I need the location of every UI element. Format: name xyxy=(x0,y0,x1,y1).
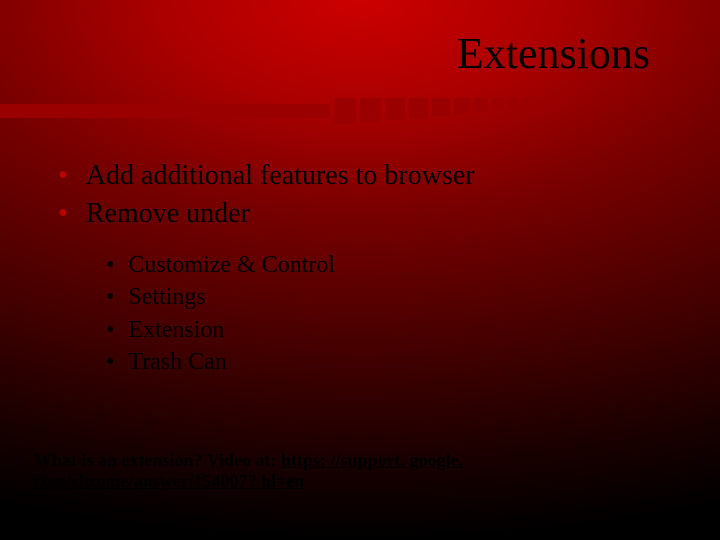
bullet-icon: • xyxy=(58,158,68,194)
bullet-icon: • xyxy=(106,346,114,378)
bullet-icon: • xyxy=(106,249,114,281)
sub-list: • Customize & Control • Settings • Exten… xyxy=(106,249,680,379)
bullet-text: Trash Can xyxy=(128,346,226,378)
bullet-text: Extension xyxy=(128,314,224,346)
bullet-icon: • xyxy=(106,314,114,346)
bullet-icon: • xyxy=(58,196,68,232)
list-item: • Settings xyxy=(106,281,680,313)
slide-content: • Add additional features to browser • R… xyxy=(58,158,680,378)
list-item: • Trash Can xyxy=(106,346,680,378)
footer-text: What is an extension? Video at: https: /… xyxy=(34,450,686,492)
accent-bar xyxy=(0,98,720,124)
list-item: • Customize & Control xyxy=(106,249,680,281)
bullet-text: Remove under xyxy=(86,196,250,232)
footer-label: What is an extension? Video at: xyxy=(34,450,281,470)
list-item: • Add additional features to browser xyxy=(58,158,680,194)
bullet-icon: • xyxy=(106,281,114,313)
bullet-text: Add additional features to browser xyxy=(86,158,475,194)
list-item: • Remove under xyxy=(58,196,680,232)
bullet-text: Customize & Control xyxy=(128,249,335,281)
list-item: • Extension xyxy=(106,314,680,346)
bullet-text: Settings xyxy=(128,281,205,313)
slide-title: Extensions xyxy=(457,28,650,79)
